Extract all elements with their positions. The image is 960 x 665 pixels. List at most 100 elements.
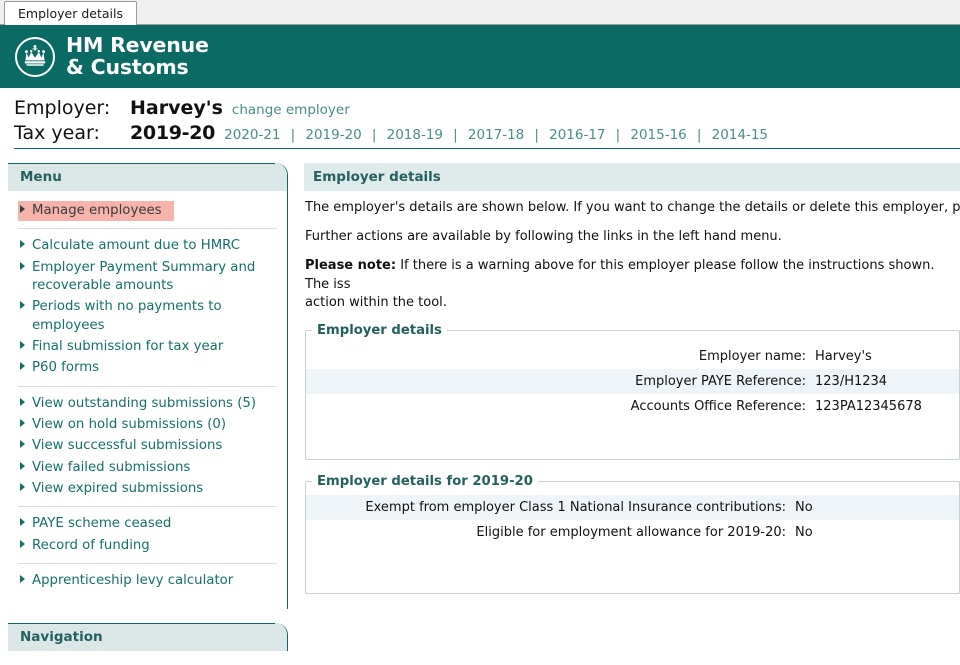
menu-group: View outstanding submissions (5) View on… <box>18 385 277 507</box>
row-label: Accounts Office Reference: <box>630 399 806 415</box>
browser-tab-strip: Employer details <box>0 0 960 25</box>
row-value: No <box>795 500 813 516</box>
row-value: 123PA12345678 <box>815 399 922 415</box>
hmrc-wordmark-line2: & Customs <box>66 54 189 79</box>
second-paragraph: Further actions are available by followi… <box>305 228 782 244</box>
intro-paragraph: The employer's details are shown below. … <box>305 200 960 215</box>
employer-name-value: Harvey's <box>130 97 223 119</box>
sidebar-item-manage-employees[interactable]: Manage employees <box>18 201 174 222</box>
chevron-right-icon <box>20 518 25 527</box>
menu-group: PAYE scheme ceased Record of funding <box>18 506 277 563</box>
sidebar-item-view-expired-submissions[interactable]: View expired submissions <box>18 479 277 499</box>
sidebar-item-paye-scheme-ceased[interactable]: PAYE scheme ceased <box>18 514 277 534</box>
chevron-right-icon <box>20 440 25 449</box>
menu-group: Calculate amount due to HMRC Employer Pa… <box>18 228 277 385</box>
sidebar-item-label: Manage employees <box>32 203 162 218</box>
row-label: Employer PAYE Reference: <box>635 374 806 390</box>
tax-year-link-2014-15[interactable]: 2014-15 <box>712 127 768 143</box>
chevron-right-icon <box>20 301 25 310</box>
table-row: Exempt from employer Class 1 National In… <box>306 495 959 521</box>
tax-year-label: Tax year: <box>14 122 100 144</box>
employer-label: Employer: <box>14 97 111 119</box>
please-note-paragraph: Please note: If there is a warning above… <box>305 257 960 314</box>
please-note-label: Please note: <box>305 257 397 273</box>
main-content: Employer details The employer's details … <box>288 155 960 608</box>
chevron-right-icon <box>20 240 25 249</box>
chevron-right-icon <box>20 362 25 371</box>
hmrc-banner: HM Revenue & Customs <box>0 25 960 88</box>
sidebar-item-label: PAYE scheme ceased <box>32 516 172 532</box>
sidebar-item-apprenticeship-levy-calculator[interactable]: Apprenticeship levy calculator <box>18 571 277 591</box>
sidebar-item-label: Final submission for tax year <box>32 339 224 355</box>
menu-group: Apprenticeship levy calculator <box>18 563 277 598</box>
tax-year-link-2019-20[interactable]: 2019-20 <box>305 127 361 143</box>
table-row: Employer PAYE Reference: 123/H1234 <box>306 369 959 395</box>
year-details-fieldset: Employer details for 2019-20 Exempt from… <box>305 474 960 595</box>
please-note-text: If there is a warning above for this emp… <box>305 257 935 292</box>
sidebar-item-label: View on hold submissions (0) <box>32 417 227 433</box>
hmrc-logo[interactable]: HM Revenue & Customs <box>14 34 209 79</box>
sidebar-item-view-outstanding-submissions[interactable]: View outstanding submissions (5) <box>18 394 277 414</box>
row-label: Employer name: <box>698 349 806 365</box>
tax-year-separator: | <box>615 127 621 143</box>
sidebar-item-label: P60 forms <box>32 360 100 376</box>
sidebar-item-view-successful-submissions[interactable]: View successful submissions <box>18 436 277 456</box>
browser-tab-employer-details[interactable]: Employer details <box>4 1 137 25</box>
change-employer-link[interactable]: change employer <box>232 102 350 118</box>
row-value: 123/H1234 <box>815 374 888 390</box>
chevron-right-icon <box>20 397 25 406</box>
sidebar-item-view-failed-submissions[interactable]: View failed submissions <box>18 458 277 478</box>
sidebar-item-label: View failed submissions <box>32 459 191 475</box>
sidebar-item-calculate-amount-due[interactable]: Calculate amount due to HMRC <box>18 236 277 256</box>
employer-row: Employer: Harvey's change employer <box>14 97 960 119</box>
employer-details-legend: Employer details <box>317 323 442 339</box>
menu-panel: Menu Manage employees Calculate amount d… <box>8 163 288 609</box>
sidebar-item-final-submission[interactable]: Final submission for tax year <box>18 337 277 357</box>
row-label: Eligible for employment allowance for 20… <box>476 525 786 541</box>
tax-year-link-2015-16[interactable]: 2015-16 <box>630 127 686 143</box>
chevron-right-icon <box>20 461 25 470</box>
navigation-panel-title: Navigation <box>8 622 287 651</box>
sidebar-item-periods-no-payments[interactable]: Periods with no payments to employees <box>18 297 277 336</box>
year-details-table: Exempt from employer Class 1 National In… <box>306 495 959 575</box>
tax-year-separator: | <box>290 127 296 143</box>
sidebar-item-label: Employer Payment Summary and recoverable… <box>32 259 256 294</box>
sidebar-item-label: Apprenticeship levy calculator <box>32 573 234 589</box>
table-spacer-row <box>306 419 959 449</box>
employer-details-table: Employer name: Harvey's Employer PAYE Re… <box>306 344 959 449</box>
sidebar-item-employer-payment-summary[interactable]: Employer Payment Summary and recoverable… <box>18 258 277 297</box>
tax-year-link-2020-21[interactable]: 2020-21 <box>224 127 280 143</box>
year-details-legend: Employer details for 2019-20 <box>317 474 533 490</box>
hmrc-crown-icon <box>14 36 56 78</box>
header-divider <box>14 148 960 149</box>
please-note-text-line2: action within the tool. <box>305 295 447 311</box>
chevron-right-icon <box>20 341 25 350</box>
menu-panel-title: Menu <box>8 163 287 191</box>
tax-year-separator: | <box>371 127 377 143</box>
sidebar-item-record-of-funding[interactable]: Record of funding <box>18 536 277 556</box>
row-value: No <box>795 525 813 541</box>
tax-year-link-2016-17[interactable]: 2016-17 <box>549 127 605 143</box>
tax-year-separator: | <box>534 127 539 143</box>
row-label: Exempt from employer Class 1 National In… <box>365 500 786 516</box>
tax-year-link-2017-18[interactable]: 2017-18 <box>468 127 524 143</box>
chevron-right-icon <box>20 419 25 428</box>
sidebar-item-p60-forms[interactable]: P60 forms <box>18 358 277 378</box>
hmrc-wordmark: HM Revenue & Customs <box>66 34 209 79</box>
table-row: Eligible for employment allowance for 20… <box>306 520 959 545</box>
sidebar-item-label: Periods with no payments to employees <box>32 299 222 333</box>
tax-year-value: 2019-20 <box>130 122 216 144</box>
tax-year-separator: | <box>696 127 702 143</box>
navigation-panel: Navigation <box>8 622 288 651</box>
sidebar-item-label: View outstanding submissions (5) <box>32 395 257 411</box>
employer-details-fieldset: Employer details Employer name: Harvey's… <box>305 323 960 461</box>
chevron-right-icon <box>20 539 25 548</box>
sidebar-item-label: Record of funding <box>32 537 150 553</box>
tax-year-link-2018-19[interactable]: 2018-19 <box>387 127 443 143</box>
employer-identity-header: Employer: Harvey's change employer Tax y… <box>0 88 960 155</box>
sidebar: Menu Manage employees Calculate amount d… <box>0 155 288 665</box>
sidebar-item-view-on-hold-submissions[interactable]: View on hold submissions (0) <box>18 415 277 435</box>
tax-year-separator: | <box>453 127 458 143</box>
tax-year-row: Tax year: 2019-20 2020-21 | 2019-20 | 20… <box>14 122 960 144</box>
menu-panel-body: Manage employees Calculate amount due to… <box>8 191 287 609</box>
